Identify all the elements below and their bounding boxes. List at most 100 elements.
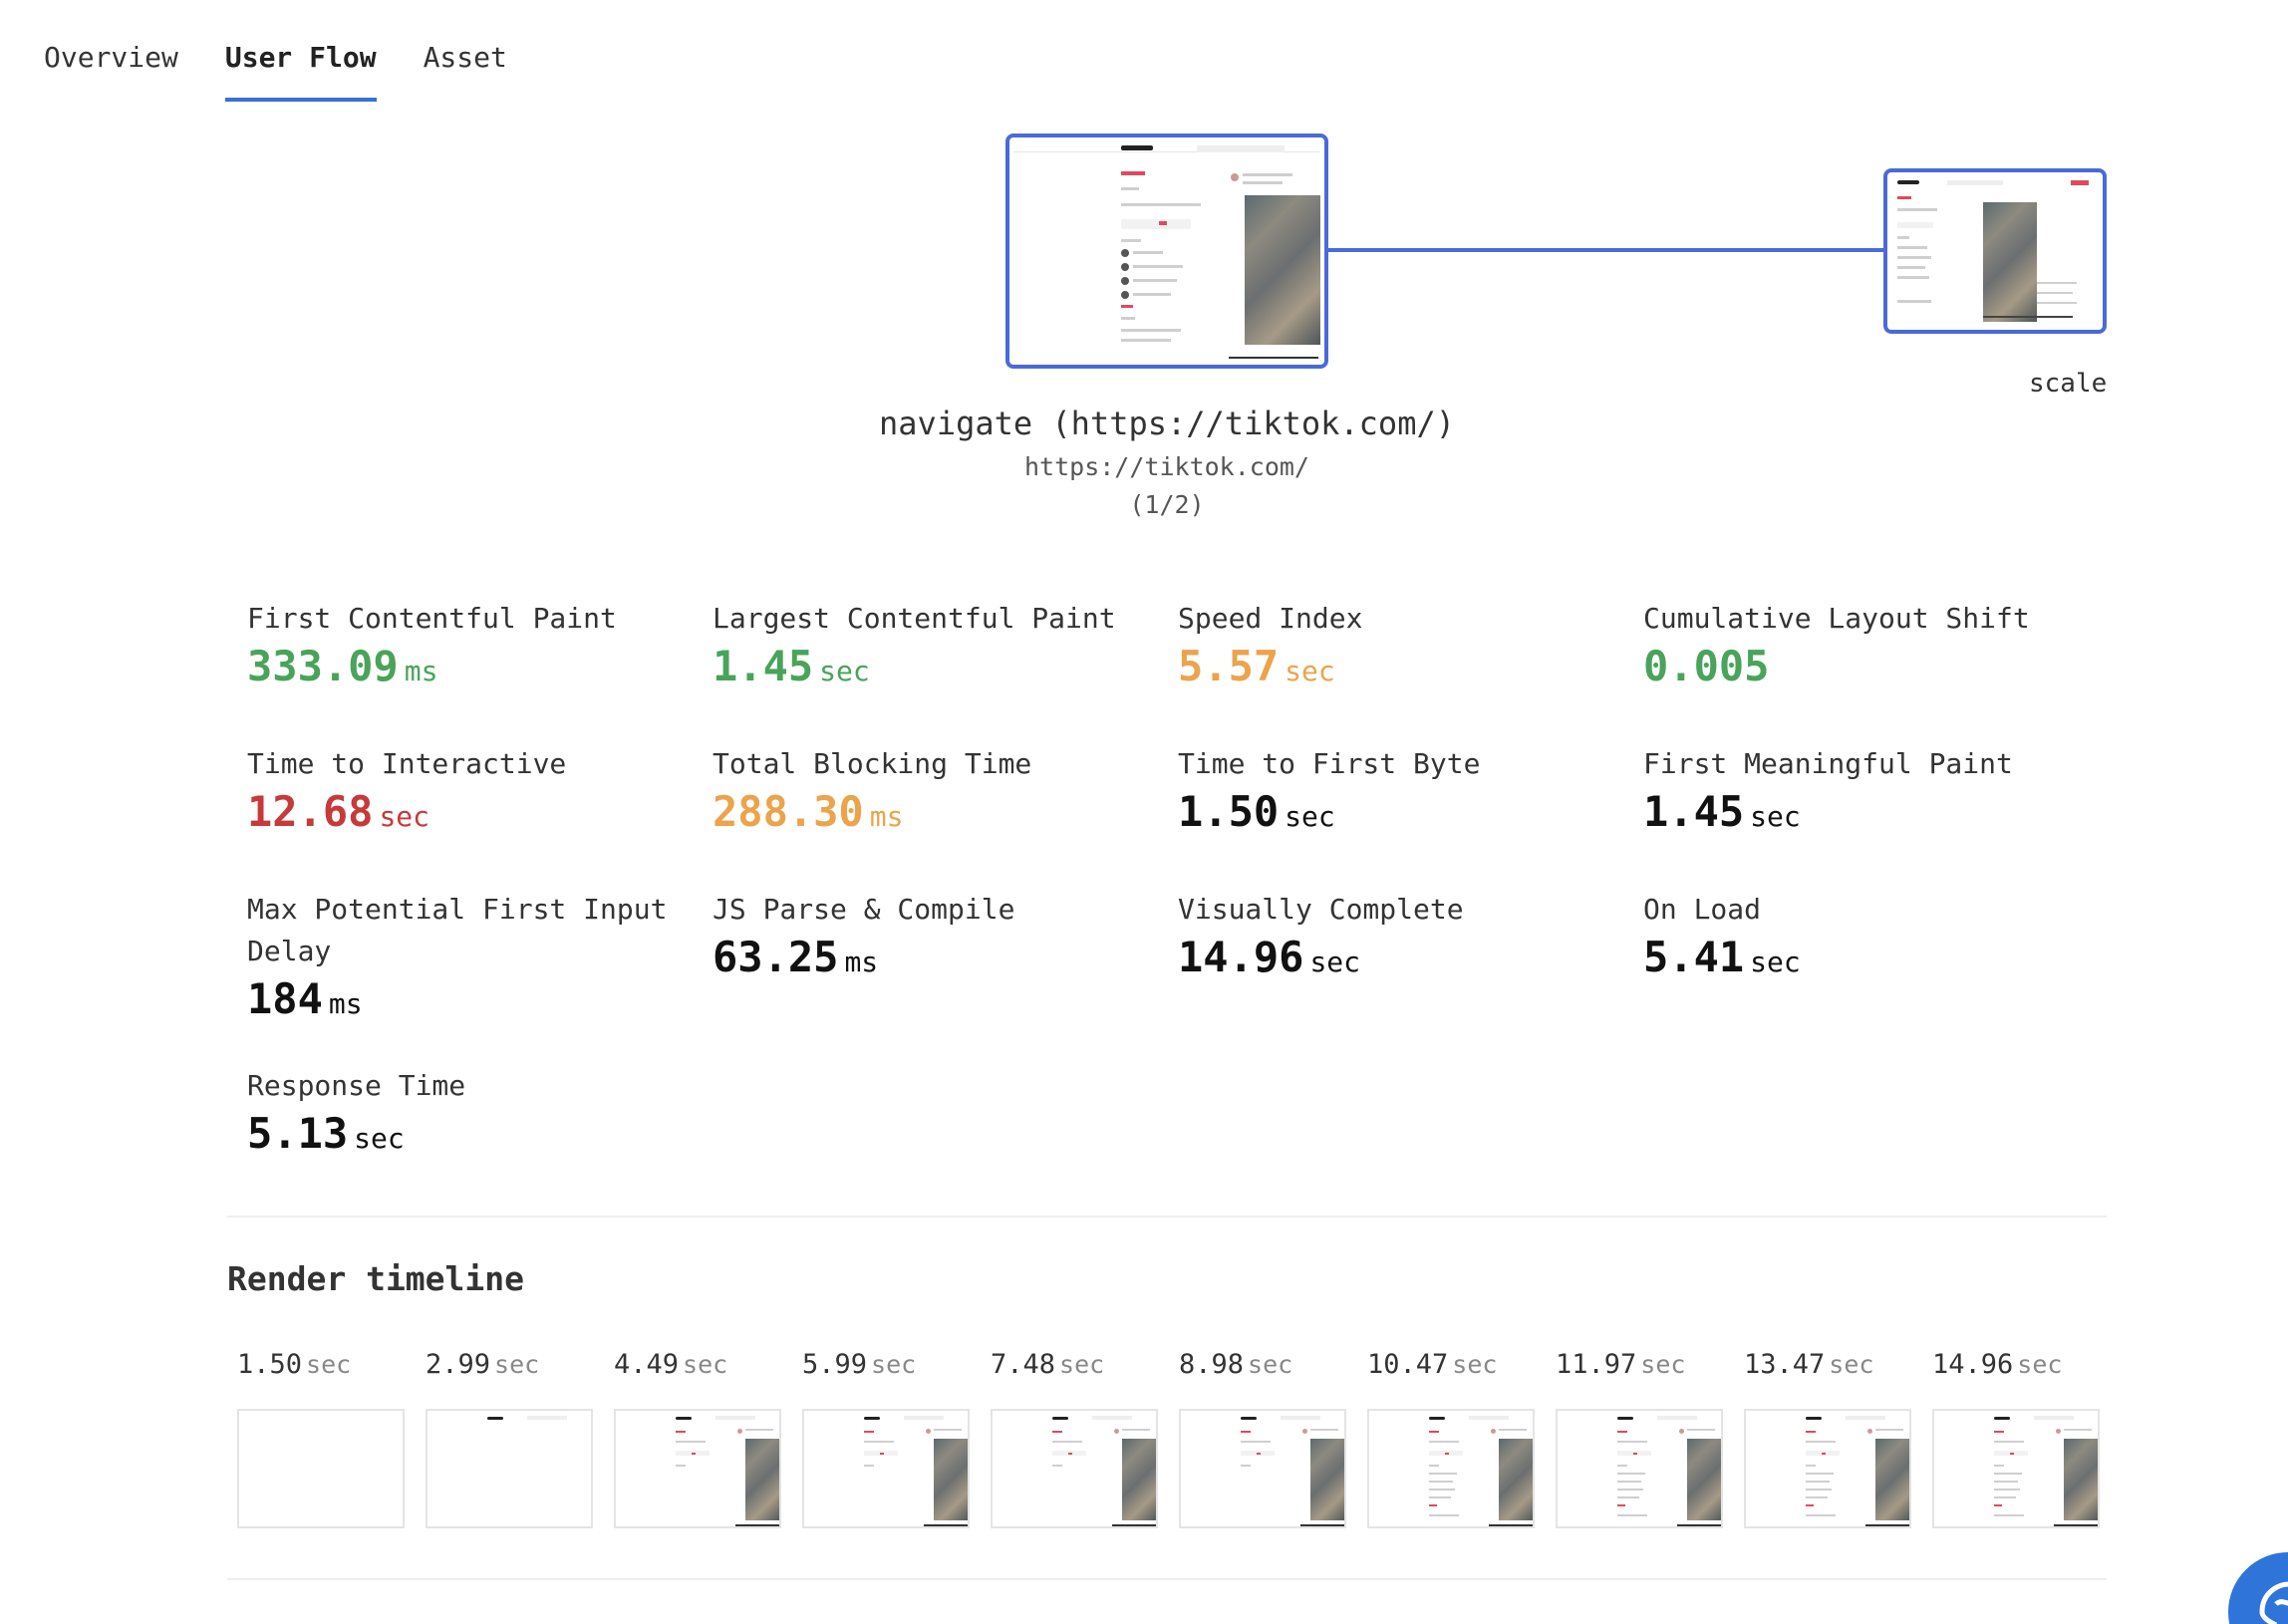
frame-time-value: 8.98 <box>1179 1349 1245 1380</box>
chat-bubble-icon <box>2259 1581 2288 1624</box>
render-timeline-frames: 1.50 sec 2.99 sec 4.49 sec 5.99 sec 7.48 sec 8.98 s… <box>237 1349 2100 1528</box>
metric-number: 5.41 <box>1643 933 1745 981</box>
metric-label: First Meaningful Paint <box>1643 747 2013 780</box>
metric-value: 5.57 sec <box>1178 642 1643 690</box>
step-screenshot-navigate[interactable] <box>1005 134 1328 369</box>
timeline-frame[interactable]: 5.99 sec <box>802 1349 970 1528</box>
step-title: navigate (https://tiktok.com/) <box>879 405 1455 442</box>
frame-screenshot[interactable] <box>1179 1409 1346 1528</box>
render-timeline-title: Render timeline <box>227 1259 525 1298</box>
metric-card: First Meaningful Paint 1.45 sec <box>1643 743 2109 847</box>
timeline-frame[interactable]: 13.47 sec <box>1744 1349 1911 1528</box>
metric-card: Cumulative Layout Shift 0.005 <box>1643 598 2109 701</box>
chat-button[interactable] <box>2228 1552 2288 1624</box>
metric-number: 12.68 <box>247 787 374 836</box>
frame-screenshot[interactable] <box>237 1409 405 1528</box>
frame-thumbnail <box>1369 1411 1533 1526</box>
frame-time-unit: sec <box>494 1350 540 1379</box>
metric-card: Max Potential First Input Delay 184 ms <box>247 889 713 1023</box>
frame-screenshot[interactable] <box>426 1409 593 1528</box>
metric-label: Largest Contentful Paint <box>713 602 1116 635</box>
frame-screenshot[interactable] <box>1367 1409 1535 1528</box>
metric-card: Speed Index 5.57 sec <box>1178 598 1643 701</box>
metric-unit: sec <box>1309 946 1361 978</box>
page-thumbnail <box>1009 137 1324 365</box>
metric-number: 14.96 <box>1178 933 1304 981</box>
frame-thumbnail <box>993 1411 1156 1526</box>
metric-unit: sec <box>819 655 870 687</box>
metric-label: First Contentful Paint <box>247 602 617 635</box>
frame-screenshot[interactable] <box>991 1409 1158 1528</box>
frame-screenshot[interactable] <box>1744 1409 1911 1528</box>
frame-thumbnail <box>1181 1411 1344 1526</box>
step-counter: (1/2) <box>1129 490 1205 519</box>
metric-label: JS Parse & Compile <box>713 893 1015 926</box>
frame-screenshot[interactable] <box>614 1409 781 1528</box>
metric-value: 1.50 sec <box>1178 787 1643 836</box>
frame-time-value: 10.47 <box>1367 1349 1449 1380</box>
metric-unit: ms <box>869 800 904 833</box>
metric-unit: sec <box>1750 800 1801 833</box>
metric-unit: ms <box>844 946 879 978</box>
metric-unit: sec <box>1750 946 1801 978</box>
metric-number: 184 <box>247 974 323 1023</box>
frame-screenshot[interactable] <box>1556 1409 1723 1528</box>
frame-time-unit: sec <box>871 1350 917 1379</box>
timeline-frame[interactable]: 11.97 sec <box>1556 1349 1723 1528</box>
frame-time-unit: sec <box>2017 1350 2063 1379</box>
metric-unit: sec <box>1285 800 1335 833</box>
timeline-frame[interactable]: 10.47 sec <box>1367 1349 1535 1528</box>
frame-time-value: 4.49 <box>614 1349 680 1380</box>
frame-time-unit: sec <box>1640 1350 1686 1379</box>
step-screenshot-scale[interactable] <box>1883 168 2107 334</box>
metric-label: Response Time <box>247 1069 466 1102</box>
frame-screenshot[interactable] <box>1932 1409 2100 1528</box>
frame-screenshot[interactable] <box>802 1409 970 1528</box>
tab-asset[interactable]: Asset <box>424 38 507 102</box>
frame-time: 5.99 sec <box>802 1349 970 1389</box>
timeline-frame[interactable]: 8.98 sec <box>1179 1349 1346 1528</box>
frame-time-unit: sec <box>1059 1350 1105 1379</box>
frame-time-value: 7.48 <box>991 1349 1056 1380</box>
metric-card: On Load 5.41 sec <box>1643 889 2109 1023</box>
tab-bar: Overview User Flow Asset <box>44 38 507 102</box>
frame-time: 7.48 sec <box>991 1349 1158 1389</box>
metric-number: 288.30 <box>713 787 864 836</box>
timeline-frame[interactable]: 2.99 sec <box>426 1349 593 1528</box>
tab-overview[interactable]: Overview <box>44 38 178 102</box>
frame-time-value: 5.99 <box>802 1349 868 1380</box>
metric-value: 0.005 <box>1643 642 2109 690</box>
page-thumbnail <box>1887 172 2103 330</box>
metric-label: Speed Index <box>1178 602 1363 635</box>
metrics-grid: First Contentful Paint 333.09 ms Largest Co… <box>247 598 2111 1169</box>
metric-label: Cumulative Layout Shift <box>1643 602 2030 635</box>
frame-time-unit: sec <box>306 1350 352 1379</box>
timeline-frame[interactable]: 1.50 sec <box>237 1349 405 1528</box>
frame-thumbnail <box>1558 1411 1721 1526</box>
timeline-frame[interactable]: 7.48 sec <box>991 1349 1158 1528</box>
metric-number: 1.45 <box>1643 787 1745 836</box>
frame-time: 2.99 sec <box>426 1349 593 1389</box>
metric-card: Visually Complete 14.96 sec <box>1178 889 1643 1023</box>
metric-unit: sec <box>379 800 430 833</box>
metric-value: 63.25 ms <box>713 933 1178 981</box>
frame-time-value: 11.97 <box>1556 1349 1637 1380</box>
tab-user-flow[interactable]: User Flow <box>224 38 377 102</box>
metric-value: 1.45 sec <box>1643 787 2109 836</box>
metric-label: Visually Complete <box>1178 893 1464 926</box>
frame-thumbnail <box>616 1411 779 1526</box>
metric-value: 288.30 ms <box>713 787 1178 836</box>
frame-thumbnail <box>1934 1411 2098 1526</box>
metric-card: Total Blocking Time 288.30 ms <box>713 743 1178 847</box>
frame-time-value: 13.47 <box>1744 1349 1826 1380</box>
metric-unit: sec <box>354 1122 405 1155</box>
metric-value: 333.09 ms <box>247 642 713 690</box>
metric-number: 63.25 <box>713 933 839 981</box>
timeline-frame[interactable]: 4.49 sec <box>614 1349 781 1528</box>
metric-number: 333.09 <box>247 642 399 690</box>
flow-connector <box>1328 248 1883 252</box>
timeline-frame[interactable]: 14.96 sec <box>1932 1349 2100 1528</box>
frame-time-unit: sec <box>1248 1350 1293 1379</box>
frame-time-value: 2.99 <box>426 1349 491 1380</box>
frame-time: 4.49 sec <box>614 1349 781 1389</box>
